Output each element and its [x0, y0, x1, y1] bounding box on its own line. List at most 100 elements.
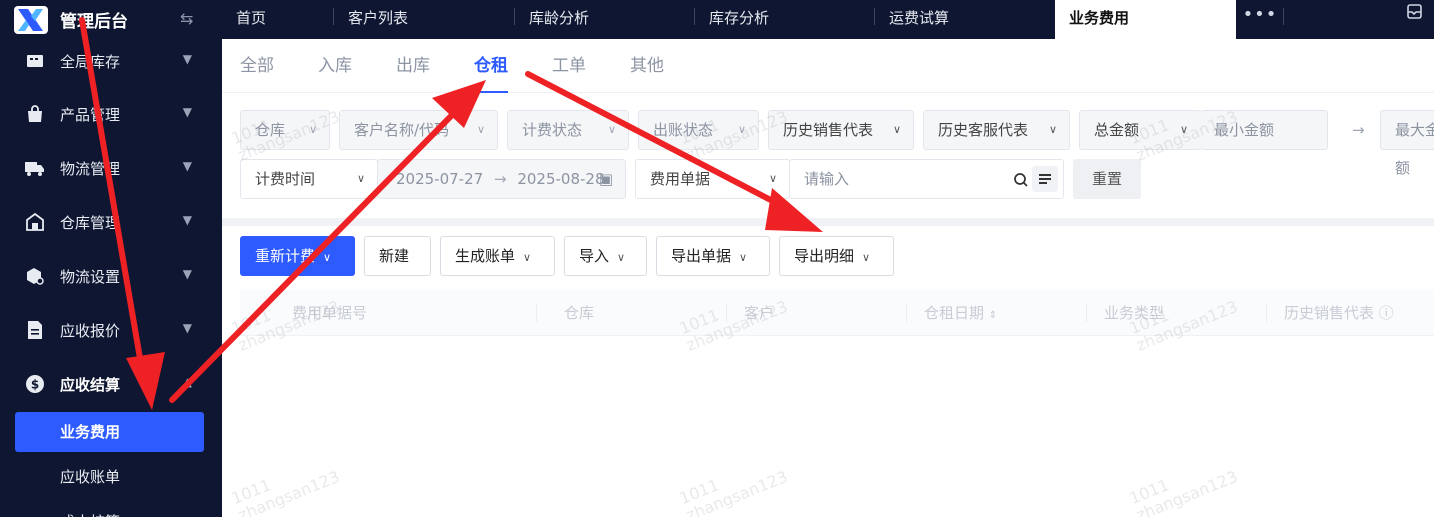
sidebar-subitem-business-fees[interactable]: 业务费用: [15, 412, 204, 452]
tab-home[interactable]: 首页: [222, 0, 334, 39]
box-gear-icon: [24, 265, 46, 287]
svg-text:$: $: [31, 378, 39, 392]
app-title: 管理后台: [60, 12, 128, 32]
fees-table: 费用单据号 仓库 客户 仓租日期 ⇕ 业务类型 历史销售代表 ⓘ: [240, 290, 1434, 517]
generate-bill-button[interactable]: 生成账单 ∨: [440, 236, 555, 276]
chevron-down-icon: ∨: [476, 123, 485, 136]
column-divider: [1266, 304, 1267, 322]
subtab-other[interactable]: 其他: [630, 39, 664, 93]
export-docs-button[interactable]: 导出单据 ∨: [656, 236, 770, 276]
subtab-work-order[interactable]: 工单: [552, 39, 586, 93]
subtab-inbound[interactable]: 入库: [318, 39, 352, 93]
service-rep-select[interactable]: 历史客服代表 ∨: [923, 110, 1070, 150]
chevron-down-icon: ∨: [737, 123, 746, 136]
chevron-down-icon: ∨: [862, 251, 871, 264]
advanced-search-icon[interactable]: [1032, 166, 1058, 192]
chevron-down-icon: ▼: [182, 321, 192, 335]
dollar-icon: $: [24, 373, 46, 395]
sidebar-item-label: 物流设置: [60, 267, 121, 286]
chevron-down-icon: ∨: [356, 172, 365, 185]
subtab-all[interactable]: 全部: [240, 39, 274, 93]
column-header-warehouse[interactable]: 仓库: [564, 290, 594, 336]
sidebar-item-label: 全局库存: [60, 52, 121, 71]
chevron-down-icon: ∨: [768, 172, 777, 185]
sidebar-item-product-management[interactable]: 产品管理 ▼: [0, 94, 222, 134]
tab-inventory-age[interactable]: 库龄分析: [515, 0, 695, 39]
total-amount-select[interactable]: 总金额 ∨: [1079, 110, 1201, 150]
tab-business-fees[interactable]: 业务费用: [1055, 0, 1236, 39]
warehouse-select[interactable]: 仓库 ∨: [240, 110, 330, 150]
date-range-picker[interactable]: 2025-07-27 → 2025-08-28 ▣: [377, 159, 626, 199]
document-icon: [24, 319, 46, 341]
tab-inventory-analysis[interactable]: 库存分析: [695, 0, 875, 39]
tab-customer-list[interactable]: 客户列表: [334, 0, 515, 39]
column-divider: [536, 304, 537, 322]
range-arrow-icon: →: [1352, 121, 1365, 139]
sort-icon[interactable]: ⇕: [989, 310, 997, 321]
search-icon[interactable]: [1013, 160, 1029, 198]
column-header-doc-no[interactable]: 费用单据号: [292, 290, 367, 336]
action-toolbar: 重新计费 ∨ 新建 生成账单 ∨ 导入 ∨ 导出单据 ∨ 导出明细 ∨: [222, 226, 1434, 290]
sidebar-item-logistics-management[interactable]: 物流管理 ▼: [0, 148, 222, 188]
column-header-business-type[interactable]: 业务类型: [1104, 290, 1164, 336]
collapse-sidebar-icon[interactable]: ⇆: [180, 9, 193, 28]
message-icon[interactable]: [1405, 3, 1425, 25]
sidebar-subitem-receivable-bills[interactable]: 应收账单: [15, 457, 204, 497]
sidebar: 全局库存 ▼ 产品管理 ▼ 物流管理 ▼ 仓库管理 ▼ 物流设置 ▼ 应收报价 …: [0, 39, 222, 517]
sidebar-item-receivable-quote[interactable]: 应收报价 ▼: [0, 310, 222, 350]
top-bar: 管理后台 ⇆ 首页 客户列表 库龄分析 库存分析 运费试算 业务费用 •••: [0, 0, 1434, 39]
billing-status-select[interactable]: 计费状态 ∨: [507, 110, 629, 150]
customer-select[interactable]: 客户名称/代码 ∨: [339, 110, 498, 150]
search-input[interactable]: 请输入: [789, 159, 1064, 199]
column-divider: [726, 304, 727, 322]
doc-type-select[interactable]: 费用单据 ∨: [635, 159, 790, 199]
column-header-customer[interactable]: 客户: [744, 290, 774, 336]
min-amount-input[interactable]: 最小金额: [1200, 110, 1328, 150]
column-header-sales-rep[interactable]: 历史销售代表 ⓘ: [1284, 290, 1394, 336]
date-start: 2025-07-27: [396, 170, 484, 188]
sidebar-item-label: 产品管理: [60, 105, 121, 124]
calendar-icon: ▣: [598, 170, 613, 188]
chevron-down-icon: ∨: [1179, 123, 1188, 136]
warehouse-icon: [24, 211, 46, 233]
logo-icon: [14, 5, 48, 34]
section-divider: [222, 218, 1434, 226]
date-arrow-icon: →: [493, 170, 507, 188]
main-content: 全部 入库 出库 仓租 工单 其他 仓库 ∨ 客户名称/代码 ∨ 计费状态 ∨ 出账状…: [222, 39, 1434, 517]
more-tabs-button[interactable]: •••: [1236, 0, 1284, 39]
tab-freight-trial[interactable]: 运费试算: [875, 0, 1055, 39]
sidebar-item-logistics-settings[interactable]: 物流设置 ▼: [0, 256, 222, 296]
sales-rep-select[interactable]: 历史销售代表 ∨: [768, 110, 914, 150]
sidebar-item-label: 物流管理: [60, 159, 121, 178]
reset-button[interactable]: 重置: [1073, 159, 1141, 199]
invoice-status-select[interactable]: 出账状态 ∨: [638, 110, 759, 150]
chevron-down-icon: ∨: [1048, 123, 1057, 136]
bag-icon: [24, 103, 46, 125]
filter-panel: 仓库 ∨ 客户名称/代码 ∨ 计费状态 ∨ 出账状态 ∨ 历史销售代表 ∨ 历史客服代表 ∨…: [222, 93, 1434, 218]
sidebar-item-warehouse-management[interactable]: 仓库管理 ▼: [0, 202, 222, 242]
sidebar-item-label: 应收结算: [60, 375, 121, 394]
column-divider: [906, 304, 907, 322]
max-amount-input[interactable]: 最大金额: [1380, 110, 1434, 177]
column-header-storage-date[interactable]: 仓租日期 ⇕: [924, 290, 997, 336]
truck-icon: [24, 157, 46, 179]
chevron-down-icon: ▼: [182, 213, 192, 227]
sidebar-subitem-cost-accounting[interactable]: 成本核算: [15, 502, 204, 517]
recalculate-button[interactable]: 重新计费 ∨: [240, 236, 355, 276]
sidebar-item-label: 仓库管理: [60, 213, 121, 232]
chevron-up-icon: ▲: [182, 375, 192, 389]
subtab-outbound[interactable]: 出库: [396, 39, 430, 93]
inventory-icon: [24, 50, 46, 72]
chevron-down-icon: ▼: [182, 267, 192, 281]
chevron-down-icon: ∨: [617, 251, 626, 264]
sidebar-item-receivable-settlement[interactable]: $ 应收结算 ▲: [0, 364, 222, 404]
sidebar-item-global-inventory[interactable]: 全局库存 ▼: [0, 41, 222, 81]
chevron-down-icon: ∨: [308, 123, 317, 136]
date-end: 2025-08-28: [517, 170, 605, 188]
import-button[interactable]: 导入 ∨: [564, 236, 647, 276]
sidebar-item-label: 应收报价: [60, 321, 121, 340]
export-detail-button[interactable]: 导出明细 ∨: [779, 236, 894, 276]
billing-time-select[interactable]: 计费时间 ∨: [240, 159, 378, 199]
subtab-storage-rent[interactable]: 仓租: [474, 39, 508, 93]
new-button[interactable]: 新建: [364, 236, 431, 276]
